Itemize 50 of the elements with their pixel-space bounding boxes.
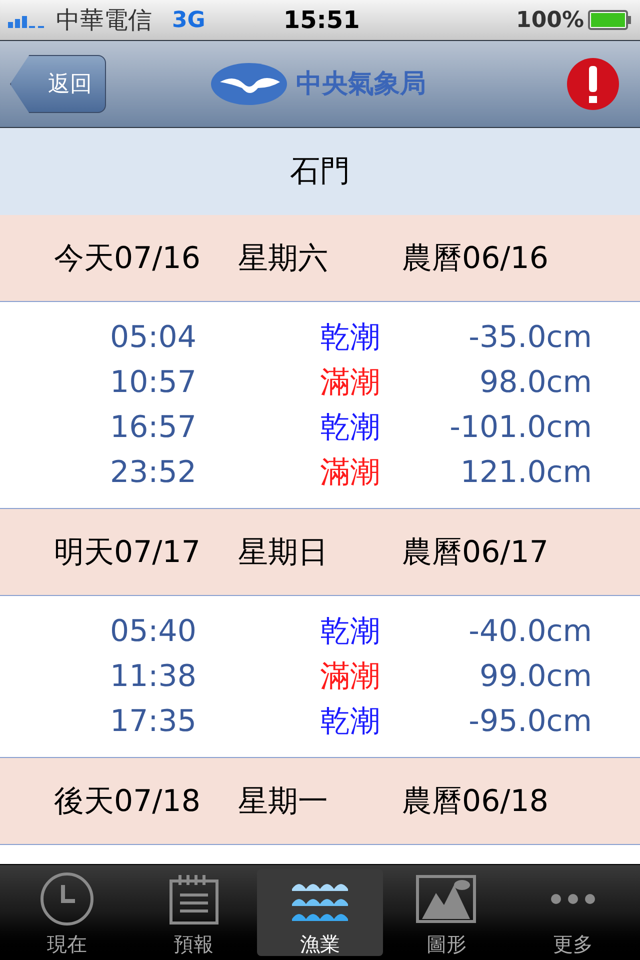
tide-time: 17:35 — [109, 703, 198, 741]
weekday: 星期一 — [238, 782, 329, 820]
tide-height: 98.0cm — [478, 364, 592, 402]
tide-height: 99.0cm — [478, 658, 592, 696]
tide-type: 乾潮 — [319, 613, 381, 651]
lunar-date: 農曆06/16 — [402, 240, 548, 278]
weekday: 星期六 — [238, 240, 329, 278]
notepad-icon — [168, 872, 220, 924]
day-date: 今天07/16 — [54, 240, 202, 278]
tide-height: -95.0cm — [468, 703, 592, 741]
alert-button[interactable] — [566, 57, 620, 111]
carrier-name: 中華電信 — [56, 5, 152, 36]
tide-height: -35.0cm — [468, 319, 592, 357]
tide-time: 11:38 — [109, 658, 198, 696]
logo-icon — [210, 62, 288, 106]
tide-time: 05:40 — [109, 613, 198, 651]
tab[interactable]: 圖形 — [383, 869, 510, 956]
clock-time: 15:51 — [283, 5, 360, 36]
network-type: 3G — [172, 6, 206, 34]
tide-time: 16:57 — [109, 409, 198, 447]
tide-type: 滿潮 — [319, 364, 381, 402]
tide-height: 121.0cm — [459, 454, 592, 492]
alert-icon — [566, 57, 620, 111]
day-date: 明天07/17 — [54, 534, 202, 572]
logo-text: 中央氣象局 — [296, 68, 426, 100]
tide-height: -40.0cm — [468, 613, 592, 651]
day-date: 後天07/18 — [54, 782, 202, 820]
clock-icon — [39, 870, 96, 926]
tide-time: 05:04 — [109, 319, 198, 357]
tide-time: 23:52 — [109, 454, 198, 492]
tide-time: 10:57 — [109, 364, 198, 402]
tide-height: -101.0cm — [448, 409, 592, 447]
tide-type: 滿潮 — [319, 658, 381, 696]
lunar-date: 農曆06/17 — [402, 534, 548, 572]
tab[interactable]: 漁業 — [256, 869, 384, 956]
lunar-date: 農曆06/18 — [402, 782, 548, 820]
more-icon — [550, 892, 596, 904]
tab[interactable]: 預報 — [130, 869, 257, 956]
tide-type: 乾潮 — [319, 409, 381, 447]
tide-type: 乾潮 — [319, 703, 381, 741]
mountain-image-icon — [416, 874, 476, 922]
tide-type: 滿潮 — [319, 454, 381, 492]
back-button[interactable]: 返回 — [10, 55, 106, 113]
tide-type: 乾潮 — [319, 319, 381, 357]
battery-percent: 100% — [516, 6, 584, 34]
battery-icon — [588, 10, 632, 30]
tab[interactable]: 現在 — [4, 869, 130, 956]
weekday: 星期日 — [238, 534, 329, 572]
station-name: 石門 — [290, 153, 350, 191]
tab[interactable]: 更多 — [510, 869, 636, 956]
